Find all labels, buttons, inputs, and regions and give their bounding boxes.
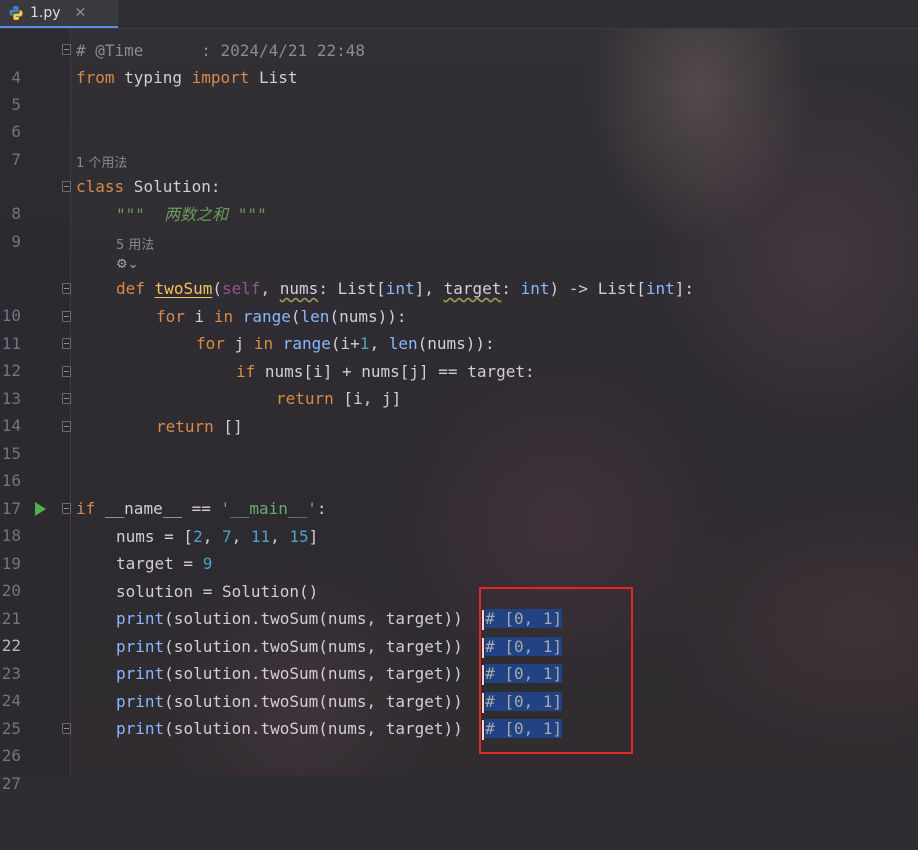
tab-label: 1.py [30,5,61,21]
close-icon[interactable]: ✕ [75,5,87,21]
code-line: 24 print(solution.twoSum(nums, target)) … [0,660,918,710]
code-text: if __name__ == '__main__': [76,499,327,518]
code-text: nums = [2, 7, 11, 15] [116,527,319,546]
code-line: 25 print(solution.twoSum(nums, target)) … [0,688,918,738]
tab-1-py[interactable]: 1.py ✕ [0,0,118,28]
highlight-annotation-box [479,587,633,754]
line-number: 27 [1,774,21,793]
code-line: 26 print(solution.twoSum(nums, target)) … [0,715,918,765]
code-line: 16 [0,440,918,490]
code-line: 5 from typing import List [0,64,918,114]
code-line: 19 nums = [2, 7, 11, 15] [0,523,918,573]
code-text: target = 9 [116,554,213,573]
code-line: 20 target = 9 [0,550,918,600]
code-line: 14 return [i, j] [0,385,918,435]
code-line: 6 [0,91,918,141]
code-line: 22 print(solution.twoSum(nums, target)) … [0,605,918,655]
line-number: 9 [11,232,21,251]
python-file-icon [9,6,23,20]
code-text: solution = Solution() [116,582,319,601]
code-line: 10 def twoSum(self, nums: List[int], tar… [0,275,918,325]
code-text: for i in range(len(nums)): [156,307,407,326]
ai-assistant-icon[interactable]: ⚙⌄ [116,257,139,272]
code-line: 27 [0,743,918,793]
code-text: def twoSum(self, nums: List[int], target… [116,279,695,298]
code-line: 15 return [] [0,413,918,463]
usages-hint[interactable]: 1 个用法 [76,152,127,171]
code-line: 11 for i in range(len(nums)): [0,303,918,353]
code-line: 18 if __name__ == '__main__': [0,495,918,545]
editor-tab-bar: 1.py ✕ [0,0,918,29]
usages-hint[interactable]: 5 用法 [116,234,154,253]
code-line: 4 # @Time : 2024/4/21 22:48 [0,37,918,87]
code-line: 21 solution = Solution() [0,578,918,628]
fold-icon[interactable] [62,44,71,55]
code-editor[interactable]: 4 # @Time : 2024/4/21 22:48 5 from typin… [0,28,918,793]
fold-icon[interactable] [62,338,71,349]
fold-icon[interactable] [62,723,71,734]
code-line: 8 class Solution: [0,173,918,223]
code-text: if nums[i] + nums[j] == target: [236,362,535,381]
code-text: for j in range(i+1, len(nums)): [196,334,495,353]
fold-icon[interactable] [62,311,71,322]
code-text: return [i, j] [276,389,402,408]
fold-icon[interactable] [62,393,71,404]
run-icon[interactable] [35,502,46,516]
code-text: from typing import List [76,68,298,87]
code-line: 7 [0,119,918,169]
docstring: """ 两数之和 """ [116,205,267,224]
fold-icon[interactable] [62,181,71,192]
code-text: class Solution: [76,177,221,196]
fold-icon[interactable] [62,503,71,514]
fold-icon[interactable] [62,366,71,377]
code-line: 13 if nums[i] + nums[j] == target: [0,358,918,408]
line-number: 7 [11,150,21,169]
comment: # @Time : 2024/4/21 22:48 [76,41,365,60]
fold-icon[interactable] [62,421,71,432]
code-line: 17 [0,468,918,518]
fold-icon[interactable] [62,283,71,294]
code-line: 23 print(solution.twoSum(nums, target)) … [0,633,918,683]
code-text: return [] [156,417,243,436]
code-line: 9 """ 两数之和 """ [0,201,918,251]
code-line: 12 for j in range(i+1, len(nums)): [0,330,918,380]
